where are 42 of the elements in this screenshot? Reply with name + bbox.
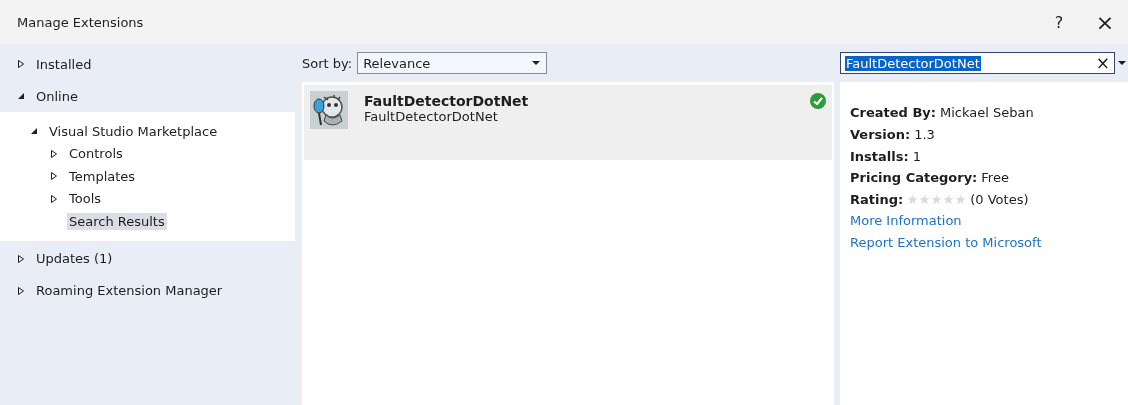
collapsed-triangle-icon[interactable] (17, 60, 25, 68)
votes-count: (0 Votes) (970, 192, 1029, 208)
field-value: Free (981, 170, 1009, 186)
sort-dropdown[interactable]: Relevance (357, 52, 548, 74)
field-label: Rating: (850, 192, 904, 208)
close-button[interactable]: × (1082, 0, 1128, 44)
window-title: Manage Extensions (17, 14, 145, 30)
field-value: 1.3 (914, 127, 935, 143)
sort-label: Sort by: (302, 55, 353, 71)
field-label: Created By: (850, 105, 936, 121)
field-label: Version: (850, 127, 911, 143)
tree-item[interactable]: Controls (67, 145, 125, 163)
search-field[interactable]: FaultDetectorDotNet × (840, 52, 1115, 74)
extension-item[interactable]: FaultDetectorDotNet FaultDetectorDotNet (304, 85, 832, 160)
tree-item[interactable]: Installed (34, 55, 94, 73)
field-label: Installs: (850, 148, 909, 164)
expanded-triangle-icon[interactable] (30, 127, 38, 136)
collapsed-triangle-icon[interactable] (50, 149, 58, 158)
tree-item[interactable]: Visual Studio Marketplace (47, 122, 220, 140)
clear-search-button[interactable]: × (1095, 53, 1110, 73)
field-label: Pricing Category: (850, 170, 978, 186)
tree-item[interactable]: Roaming Extension Manager (34, 282, 225, 299)
tree-item[interactable]: Templates (67, 167, 138, 185)
dropdown-arrow-icon (532, 61, 541, 65)
extension-description: FaultDetectorDotNet (364, 109, 499, 124)
field-value: Mickael Seban (940, 105, 1034, 121)
collapsed-triangle-icon[interactable] (17, 286, 25, 295)
tree-item[interactable]: Search Results (67, 212, 167, 230)
help-button[interactable]: ? (1036, 0, 1082, 44)
collapsed-triangle-icon[interactable] (50, 172, 58, 181)
collapsed-triangle-icon[interactable] (50, 194, 58, 203)
tree-item[interactable]: Online (34, 87, 80, 105)
collapsed-triangle-icon[interactable] (17, 254, 25, 263)
tree-item[interactable]: Updates (1) (34, 250, 115, 267)
extension-name: FaultDetectorDotNet (364, 93, 530, 109)
magnifier-character-icon (310, 91, 348, 129)
tree-item[interactable]: Tools (67, 190, 104, 208)
link[interactable]: More Information (850, 210, 1118, 233)
dropdown-arrow-icon[interactable] (1118, 61, 1126, 65)
expanded-triangle-icon[interactable] (17, 92, 25, 100)
field-value: 1 (912, 148, 921, 164)
link[interactable]: Report Extension to Microsoft (850, 232, 1118, 254)
